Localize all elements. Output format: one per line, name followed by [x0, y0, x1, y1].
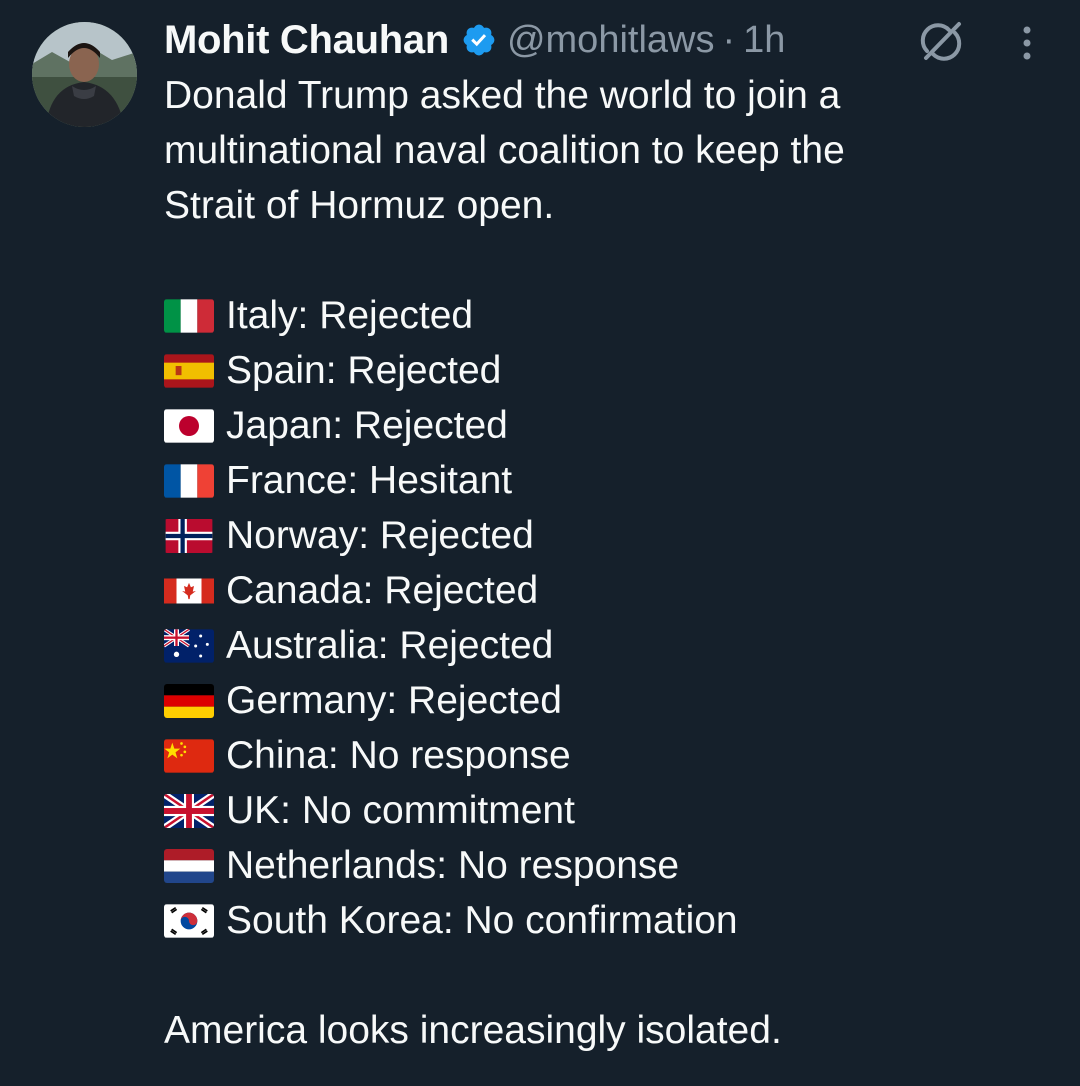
country-status: Germany: Rejected	[226, 679, 562, 722]
country-item: France: Hesitant	[164, 453, 1044, 508]
italy-flag	[164, 298, 214, 333]
netherlands-flag	[164, 848, 214, 883]
japan-flag	[164, 408, 214, 443]
intro-line: multinational naval coalition to keep th…	[164, 129, 845, 172]
country-item: China: No response	[164, 728, 1044, 783]
germany-flag	[164, 683, 214, 718]
country-item: Italy: Rejected	[164, 288, 1044, 343]
tweet-header: Mohit Chauhan @mohitlaws · 1h	[164, 14, 785, 66]
country-status: Canada: Rejected	[226, 569, 539, 612]
country-status: Australia: Rejected	[226, 624, 554, 667]
country-status: South Korea: No confirmation	[226, 899, 738, 942]
country-status: Norway: Rejected	[226, 514, 534, 557]
australia-flag	[164, 628, 214, 663]
more-vertical-icon[interactable]	[1010, 22, 1044, 62]
canada-flag	[164, 574, 214, 608]
country-status: Spain: Rejected	[226, 349, 502, 392]
country-status: UK: No commitment	[226, 789, 575, 832]
country-item: Spain: Rejected	[164, 343, 1044, 398]
country-status: France: Hesitant	[226, 459, 513, 502]
tweet-text: Donald Trump asked the world to join a m…	[164, 68, 1044, 1058]
timestamp[interactable]: 1h	[743, 19, 785, 62]
verified-badge-icon[interactable]	[461, 22, 497, 58]
separator-dot: ·	[722, 18, 736, 61]
country-item: Norway: Rejected	[164, 508, 1044, 563]
country-item: Canada: Rejected	[164, 563, 1044, 618]
country-item: Japan: Rejected	[164, 398, 1044, 453]
country-item: Netherlands: No response	[164, 838, 1044, 893]
author-name[interactable]: Mohit Chauhan	[164, 18, 449, 63]
south-korea-flag	[164, 903, 214, 938]
closing-line: America looks increasingly isolated.	[164, 1009, 782, 1052]
avatar[interactable]	[32, 22, 137, 127]
uk-flag	[164, 793, 214, 828]
country-status: Italy: Rejected	[226, 294, 474, 337]
norway-flag	[164, 518, 214, 553]
france-flag	[164, 463, 214, 498]
country-item: South Korea: No confirmation	[164, 893, 1044, 948]
intro-line: Strait of Hormuz open.	[164, 184, 555, 227]
spain-flag	[164, 353, 214, 388]
grok-icon[interactable]	[918, 18, 964, 64]
country-status: China: No response	[226, 734, 571, 777]
author-handle[interactable]: @mohitlaws	[507, 19, 715, 62]
country-status: Netherlands: No response	[226, 844, 680, 887]
country-item: Australia: Rejected	[164, 618, 1044, 673]
china-flag	[164, 738, 214, 773]
country-item: UK: No commitment	[164, 783, 1044, 838]
country-item: Germany: Rejected	[164, 673, 1044, 728]
intro-line: Donald Trump asked the world to join a	[164, 74, 841, 117]
country-status: Japan: Rejected	[226, 404, 508, 447]
